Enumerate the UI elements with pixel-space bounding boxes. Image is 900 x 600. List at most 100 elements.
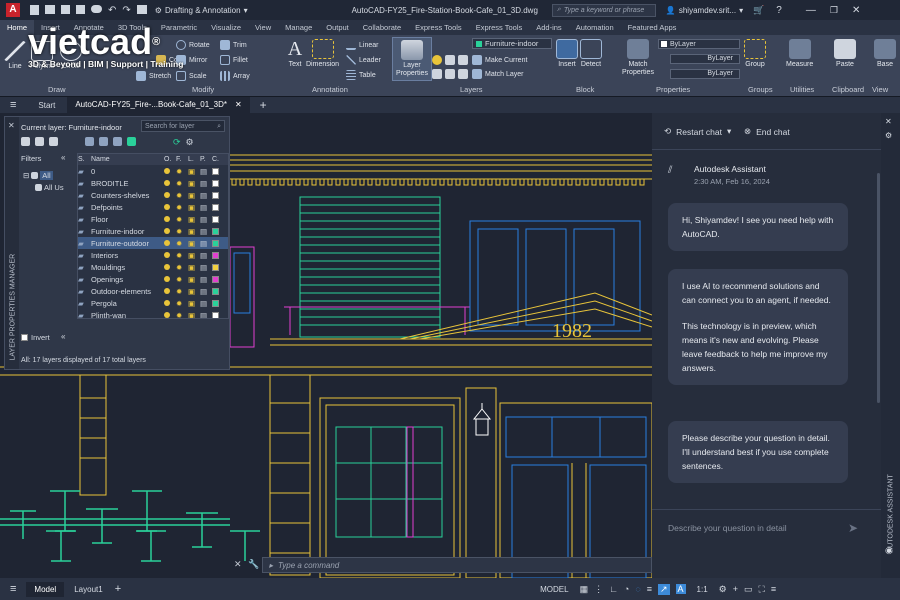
panel-title-modify[interactable]: Modify	[192, 85, 214, 94]
detect-button[interactable]: Detect	[580, 39, 602, 69]
layer-row[interactable]: ▰ Interiors ✹ ▣ ▤	[78, 249, 228, 261]
linear-button[interactable]: Linear	[346, 40, 378, 50]
lock-icon[interactable]: ▣	[188, 311, 197, 319]
plot-icon[interactable]: ▤	[200, 287, 209, 296]
open-icon[interactable]	[45, 4, 55, 14]
maximize-icon[interactable]: ❐	[830, 5, 838, 16]
sun-icon[interactable]: ✹	[176, 287, 185, 296]
cart-icon[interactable]: 🛒	[753, 5, 764, 16]
layer-row[interactable]: ▰ Furniture-outdoor ✹ ▣ ▤	[78, 237, 228, 249]
ribbon-tab-automation[interactable]: Automation	[569, 20, 621, 35]
lightbulb-icon[interactable]	[164, 264, 170, 270]
layer-properties-button[interactable]: Layer Properties	[392, 37, 432, 81]
sun-icon[interactable]: ✹	[176, 311, 185, 319]
layer-dropdown[interactable]: Furniture-indoor	[472, 38, 552, 49]
redo-icon[interactable]: ↷	[122, 5, 130, 16]
lock-icon[interactable]: ▣	[188, 251, 197, 260]
delete-layer-icon[interactable]	[113, 137, 122, 146]
save-icon[interactable]	[61, 4, 70, 14]
workspace-switcher[interactable]: ⚙ Drafting & Annotation ▾	[155, 6, 248, 15]
layer-column-header[interactable]: S.	[78, 156, 88, 163]
lightbulb-icon[interactable]	[164, 252, 170, 258]
layer-color-swatch[interactable]	[212, 167, 219, 175]
plot-icon[interactable]: ▤	[200, 263, 209, 272]
layer-row[interactable]: ▰ BRODITLE ✹ ▣ ▤	[78, 177, 228, 189]
sun-icon[interactable]: ✹	[176, 167, 185, 176]
lightbulb-icon[interactable]	[164, 288, 170, 294]
chat-scrollbar[interactable]	[877, 173, 880, 403]
refresh-icon[interactable]: ⟳	[173, 137, 181, 148]
lineweight-dropdown[interactable]: ByLayer	[670, 69, 740, 79]
panel-title-groups[interactable]: Groups	[748, 85, 773, 94]
sun-icon[interactable]: ✹	[176, 191, 185, 200]
layer-search-input[interactable]: Search for layer ⌕	[141, 120, 225, 132]
new-vp-layer-icon[interactable]	[99, 137, 108, 146]
layer-color-swatch[interactable]	[212, 203, 219, 211]
layout1-tab[interactable]: Layout1	[68, 582, 108, 597]
lock-icon[interactable]: ▣	[188, 239, 197, 248]
filter-group-icon[interactable]	[35, 137, 44, 146]
lightbulb-icon[interactable]	[164, 192, 170, 198]
menu-icon[interactable]: ≡	[10, 583, 16, 595]
add-tab-icon[interactable]: +	[260, 98, 267, 112]
layer-column-header[interactable]: Name	[91, 156, 161, 163]
stretch-button[interactable]: Stretch	[136, 71, 171, 81]
ribbon-tab-3d-tools[interactable]: 3D Tools	[111, 20, 154, 35]
snap-icon[interactable]: ⋮	[594, 584, 603, 595]
table-button[interactable]: Table	[346, 70, 376, 80]
ribbon-tab-view[interactable]: View	[248, 20, 278, 35]
trim-button[interactable]: Trim	[220, 40, 247, 50]
plot-icon[interactable]: ▤	[200, 251, 209, 260]
layer-row[interactable]: ▰ 0 ✹ ▣ ▤	[78, 165, 228, 177]
layer-color-swatch[interactable]	[212, 251, 219, 259]
customize-icon[interactable]: ≡	[771, 584, 776, 594]
add-layout-icon[interactable]: +	[115, 583, 121, 595]
model-space-button[interactable]: MODEL	[535, 585, 573, 594]
collapse-filters-icon[interactable]: «	[61, 153, 65, 162]
plot-icon[interactable]: ▤	[200, 299, 209, 308]
lineweight-icon[interactable]: ≡	[647, 584, 652, 594]
layer-column-header[interactable]: F.	[176, 156, 185, 163]
sun-icon[interactable]: ✹	[176, 239, 185, 248]
lock-icon[interactable]: ▣	[188, 191, 197, 200]
annotation-visibility-icon[interactable]: A	[675, 584, 686, 594]
plot-icon[interactable]: ▤	[200, 191, 209, 200]
layer-states-icon[interactable]	[49, 137, 58, 146]
ribbon-tab-parametric[interactable]: Parametric	[154, 20, 204, 35]
make-current-button[interactable]: Make Current	[472, 55, 527, 65]
layer-color-swatch[interactable]	[212, 299, 219, 307]
invert-filter-checkbox[interactable]: Invert	[21, 333, 50, 342]
command-line[interactable]: ▸ Type a command	[262, 557, 652, 573]
ribbon-tab-express-tools[interactable]: Express Tools	[408, 20, 469, 35]
send-icon[interactable]: ➤	[848, 521, 858, 535]
layer-color-swatch[interactable]	[212, 191, 219, 199]
close-tab-icon[interactable]: ✕	[235, 97, 242, 113]
match-layer-button[interactable]: Match Layer	[472, 69, 524, 79]
plot-icon[interactable]: ▤	[200, 215, 209, 224]
layer-row[interactable]: ▰ Plinth-wan ✹ ▣ ▤	[78, 309, 228, 319]
filter-tree-all[interactable]: ⊟ All	[23, 171, 53, 180]
lock-icon[interactable]: ▣	[188, 215, 197, 224]
fillet-button[interactable]: Fillet	[220, 55, 248, 65]
layer-row[interactable]: ▰ Mouldings ✹ ▣ ▤	[78, 261, 228, 273]
plot-icon[interactable]: ▤	[200, 179, 209, 188]
new-layer-icon[interactable]	[85, 137, 94, 146]
minimize-icon[interactable]: —	[806, 5, 816, 16]
app-logo[interactable]: A	[6, 3, 20, 17]
close-icon[interactable]: ✕	[852, 5, 860, 16]
panel-title-utilities[interactable]: Utilities	[790, 85, 814, 94]
monitor-icon[interactable]: ▭	[744, 584, 753, 595]
sun-icon[interactable]: ✹	[176, 203, 185, 212]
lock-icon[interactable]: ▣	[188, 275, 197, 284]
assistant-icon[interactable]: ◉	[885, 545, 893, 556]
text-button[interactable]: A Text	[284, 39, 306, 69]
panel-title-clipboard[interactable]: Clipboard	[832, 85, 864, 94]
lightbulb-icon[interactable]	[164, 300, 170, 306]
isometric-icon[interactable]: ↗	[657, 583, 670, 595]
layer-row[interactable]: ▰ Floor ✹ ▣ ▤	[78, 213, 228, 225]
layer-color-swatch[interactable]	[212, 287, 219, 295]
new-icon[interactable]	[30, 4, 39, 15]
ribbon-tab-manage[interactable]: Manage	[278, 20, 319, 35]
scale-button[interactable]: Scale	[176, 71, 207, 81]
set-current-icon[interactable]	[127, 137, 136, 146]
